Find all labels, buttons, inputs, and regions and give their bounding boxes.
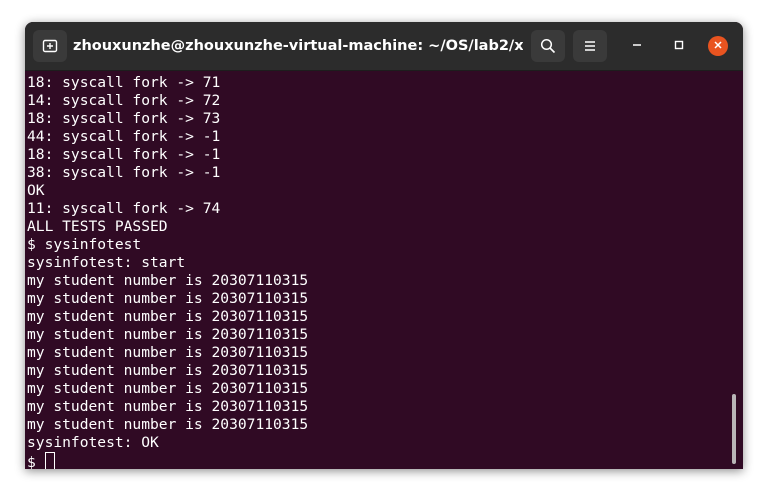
window-title: zhouxunzhe@zhouxunzhe-virtual-machine: ~… xyxy=(73,38,523,54)
terminal-line: 18: syscall fork -> 71 xyxy=(27,74,221,91)
minimize-button[interactable] xyxy=(627,36,647,56)
terminal-line: my student number is 20307110315 xyxy=(27,308,309,325)
scrollbar[interactable] xyxy=(732,394,736,464)
search-button[interactable] xyxy=(531,30,565,62)
terminal-line: OK xyxy=(27,182,45,199)
menu-button[interactable] xyxy=(573,30,607,62)
terminal-line: sysinfotest: OK xyxy=(27,434,159,451)
text-cursor xyxy=(44,452,55,469)
terminal-line: $ sysinfotest xyxy=(27,236,142,253)
terminal-line: 11: syscall fork -> 74 xyxy=(27,200,221,217)
terminal-line: 44: syscall fork -> -1 xyxy=(27,128,221,145)
terminal-line: 18: syscall fork -> 73 xyxy=(27,110,221,127)
minimize-icon xyxy=(632,37,642,55)
terminal-line: my student number is 20307110315 xyxy=(27,272,309,289)
close-icon xyxy=(713,37,723,55)
close-button[interactable] xyxy=(708,36,728,56)
hamburger-menu-icon xyxy=(583,39,597,53)
terminal-line: sysinfotest: start xyxy=(27,254,186,271)
terminal-window: zhouxunzhe@zhouxunzhe-virtual-machine: ~… xyxy=(25,22,743,469)
maximize-button[interactable] xyxy=(669,36,689,56)
terminal-line: my student number is 20307110315 xyxy=(27,380,309,397)
terminal-line: 18: syscall fork -> -1 xyxy=(27,146,221,163)
terminal-line: my student number is 20307110315 xyxy=(27,398,309,415)
terminal-line: my student number is 20307110315 xyxy=(27,344,309,361)
terminal-line: 38: syscall fork -> -1 xyxy=(27,164,221,181)
terminal-line: 14: syscall fork -> 72 xyxy=(27,92,221,109)
new-tab-icon xyxy=(42,38,58,54)
terminal-line: my student number is 20307110315 xyxy=(27,416,309,433)
terminal-output[interactable]: 18: syscall fork -> 71 14: syscall fork … xyxy=(25,71,725,469)
title-bar[interactable]: zhouxunzhe@zhouxunzhe-virtual-machine: ~… xyxy=(25,22,743,71)
new-tab-button[interactable] xyxy=(33,30,67,62)
prompt-line[interactable]: $ xyxy=(27,452,725,469)
terminal-line: my student number is 20307110315 xyxy=(27,362,309,379)
terminal-line: my student number is 20307110315 xyxy=(27,290,309,307)
maximize-icon xyxy=(674,37,684,55)
shell-prompt: $ xyxy=(27,454,45,469)
search-icon xyxy=(540,38,556,54)
terminal-line: my student number is 20307110315 xyxy=(27,326,309,343)
terminal-line: ALL TESTS PASSED xyxy=(27,218,168,235)
